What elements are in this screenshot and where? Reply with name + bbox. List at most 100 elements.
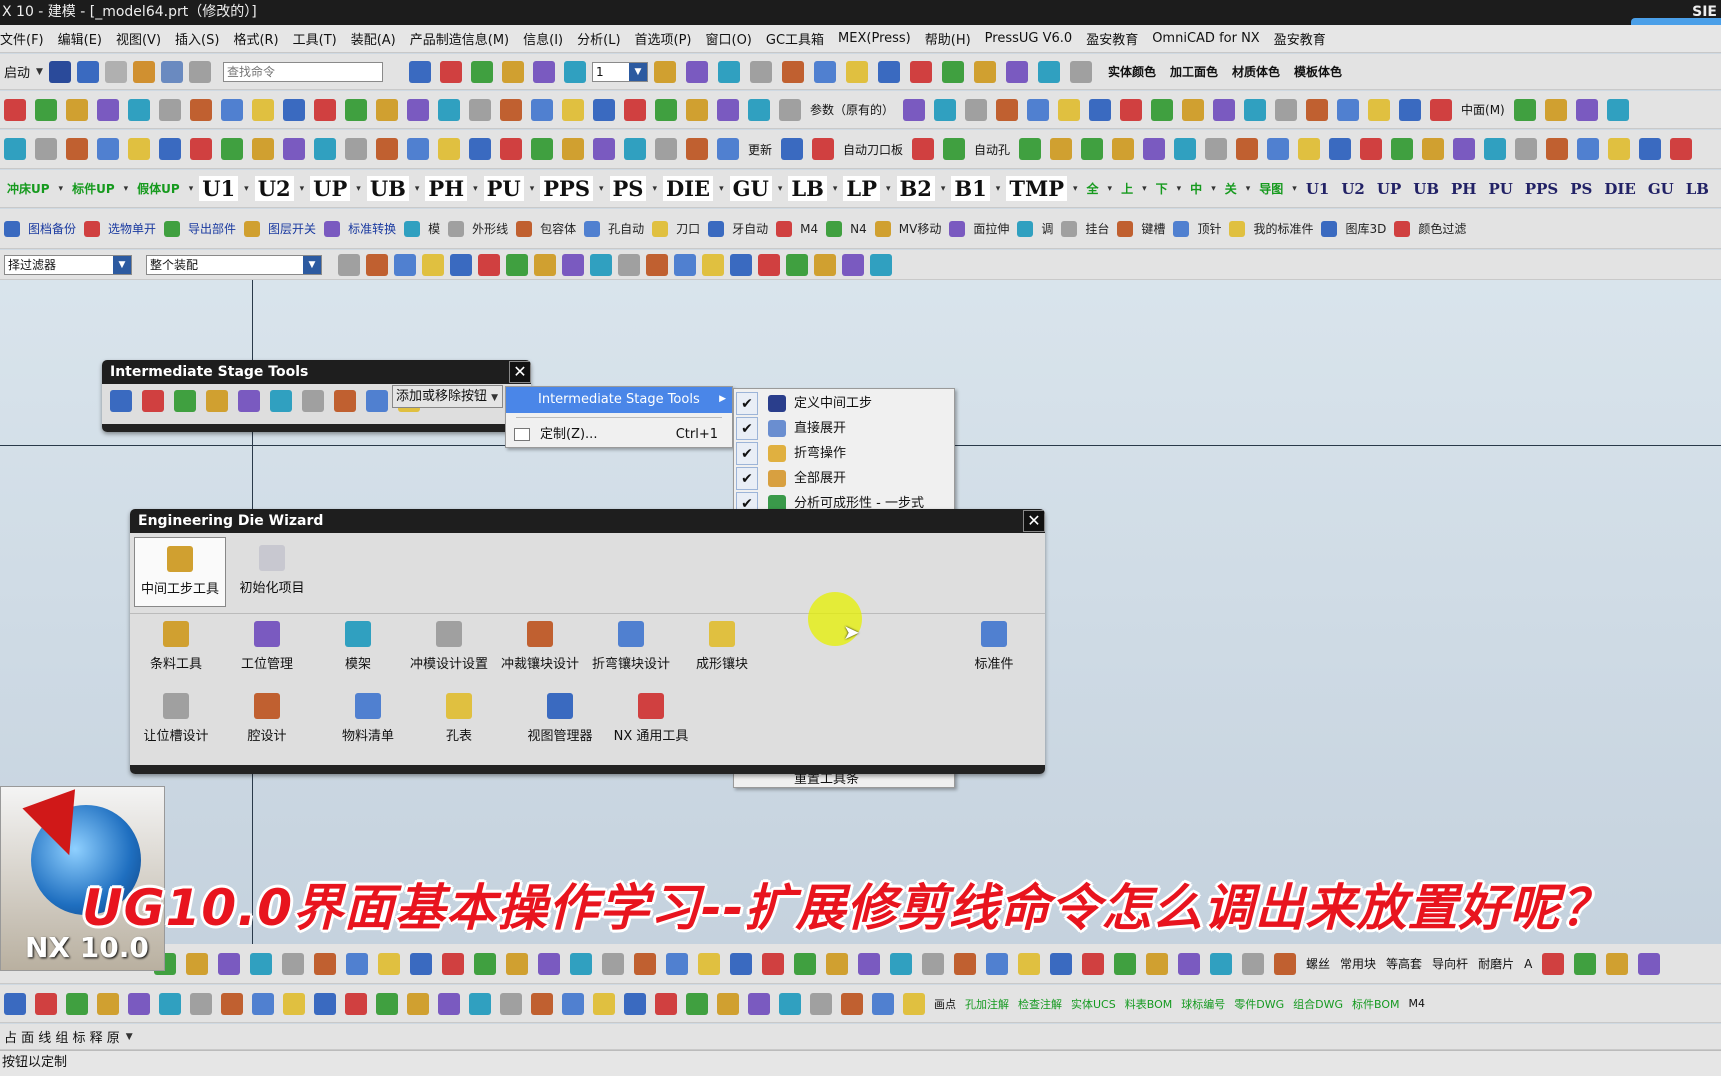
toolbar-title-bar[interactable]: Intermediate Stage Tools ✕ [102,360,531,384]
command-search-input[interactable] [222,61,383,82]
color-tool-button[interactable]: 实体颜色 [1108,63,1156,80]
dropdown-arrow-icon[interactable]: ▾ [300,184,305,194]
toolbar-tool-icon[interactable] [1515,138,1538,160]
toolbar-tool-icon[interactable] [903,992,925,1015]
edw-tool-button[interactable]: 模架 [312,621,404,672]
tool-icon[interactable] [188,60,211,83]
menu-item-intermediate-stage-tools[interactable]: Intermediate Stage Tools ▶ [506,387,732,413]
toolbar-tool-icon[interactable] [506,952,528,975]
toolbar-tool-icon[interactable] [531,98,553,121]
toolbar-tool-icon[interactable] [686,138,708,160]
toolbar-tool-icon[interactable] [730,253,752,276]
toolbar-tool-icon[interactable] [1306,98,1329,121]
toolbar-tool-icon[interactable] [190,992,212,1015]
mold-label-button[interactable]: 冲床UP [4,183,53,195]
dropdown-arrow-icon[interactable]: ▾ [719,184,724,194]
toolbar-tool-icon[interactable] [941,60,964,83]
toolbar-tool-icon[interactable] [813,60,836,83]
toolbar-tool-icon[interactable] [786,253,808,276]
toolbar-tool-icon[interactable] [1275,98,1298,121]
toolbar-tool-icon[interactable] [618,253,640,276]
drawing-tool-button[interactable]: 孔加注解 [965,996,1009,1012]
toolbar-tool-icon[interactable] [1575,98,1598,121]
utility-button[interactable]: 调 [1041,220,1053,237]
toolbar-tool-icon[interactable] [1542,952,1565,975]
toolbar-tool-icon[interactable] [159,138,181,160]
toolbar-tool-icon[interactable] [1453,138,1476,160]
toolbar-tool-icon[interactable] [128,98,150,121]
toolbar-tool-icon[interactable] [407,138,429,160]
mold-label-button[interactable]: U2 [254,176,294,201]
toolbar-tool-icon[interactable] [698,952,720,975]
mold-label-button[interactable]: 全 [1084,183,1102,195]
toolbar-tool-icon[interactable] [870,253,892,276]
menu-2[interactable]: 视图(V) [116,29,161,48]
toolbar-tool-icon[interactable] [810,992,832,1015]
toolbar-tool-icon[interactable] [749,60,772,83]
mold-label-button[interactable]: UB [366,176,409,201]
toolbar-tool-icon[interactable] [500,138,522,160]
toolbar-tool-icon[interactable] [35,138,57,160]
toolbar-tool-icon[interactable] [438,98,460,121]
toolbar-tool-icon[interactable] [624,98,646,121]
toolbar-tool-icon[interactable] [500,98,522,121]
toolbar-tool-icon[interactable] [218,952,240,975]
toolbar-tool-icon[interactable] [66,992,88,1015]
toolbar-tool-icon[interactable] [717,60,740,83]
toolbar-tool-icon[interactable] [366,253,388,276]
toolbar-tool-icon[interactable] [478,253,500,276]
toolbar-tool-icon[interactable] [954,952,976,975]
toolbar-tool-icon[interactable] [1329,138,1352,160]
mold-label-button[interactable]: PH [425,176,468,201]
mold-move-button[interactable]: GU [1645,180,1677,198]
toolbar-tool-icon[interactable] [531,992,553,1015]
toolbar-tool-icon[interactable] [1391,138,1414,160]
edw-tool-button[interactable]: 视图管理器 [514,693,606,744]
toolbar-tool-icon[interactable] [282,952,304,975]
toolbar-tool-icon[interactable] [1143,138,1166,160]
toolbar-tool-icon[interactable] [593,98,615,121]
toolbar-tool-icon[interactable] [66,98,88,121]
toolbar-tool-icon[interactable] [439,60,462,83]
menu-5[interactable]: 工具(T) [293,29,337,48]
toolbar-tool-icon[interactable] [934,98,957,121]
drawing-tool-button[interactable]: 标件BOM [1352,996,1400,1012]
edw-tool-button[interactable]: NX 通用工具 [605,693,697,744]
toolbar-tool-icon[interactable] [903,98,926,121]
toolbar-tool-icon[interactable] [717,992,739,1015]
menu-12[interactable]: GC工具箱 [766,29,824,48]
toolbar-tool-icon[interactable] [1513,98,1536,121]
toolbar-tool-icon[interactable] [283,98,305,121]
start-button[interactable]: 启动 [4,62,30,81]
dropdown-arrow-icon[interactable]: ▾ [886,184,891,194]
toolbar-tool-icon[interactable] [986,952,1008,975]
utility-button[interactable]: 刀口 [676,220,700,237]
toolbar-tool-icon[interactable] [1274,952,1296,975]
drawing-tool-button[interactable]: 料表BOM [1125,996,1173,1012]
toolbar-tool-icon[interactable] [422,253,444,276]
toolbar-tool-icon[interactable] [35,992,57,1015]
toolbar-tool-icon[interactable] [500,992,522,1015]
edw-tool-button[interactable]: 成形镶块 [676,621,768,672]
toolbar-tool-icon[interactable] [922,952,944,975]
toolbar-tool-icon[interactable] [1606,98,1629,121]
save-icon[interactable] [48,60,71,83]
toolbar-tool-icon[interactable] [4,98,26,121]
utility-button[interactable]: 导出部件 [188,220,236,237]
toolbar-tool-icon[interactable] [1360,138,1383,160]
layer-select[interactable]: 1 ▼ [591,61,648,82]
toolbar-tool-icon[interactable] [1089,98,1112,121]
toolbar-tool-icon[interactable] [206,390,228,412]
toolbar-tool-icon[interactable] [814,253,836,276]
toolbar-tool-icon[interactable] [655,992,677,1015]
toolbar-tool-icon[interactable] [314,952,336,975]
toolbar-label[interactable]: 占 面 线 组 标 释 原 [4,1027,120,1046]
edw-tool-button[interactable]: 物料清单 [322,693,414,744]
menu-4[interactable]: 格式(R) [233,29,278,48]
toolbar-tool-icon[interactable] [532,60,555,83]
drawing-tool-button[interactable]: 球标编号 [1181,996,1225,1012]
toolbar-tool-icon[interactable] [438,138,460,160]
toolbar-tool-icon[interactable] [762,952,784,975]
mold-move-button[interactable]: LB [1683,180,1712,198]
toolbar-tool-icon[interactable] [1182,98,1205,121]
